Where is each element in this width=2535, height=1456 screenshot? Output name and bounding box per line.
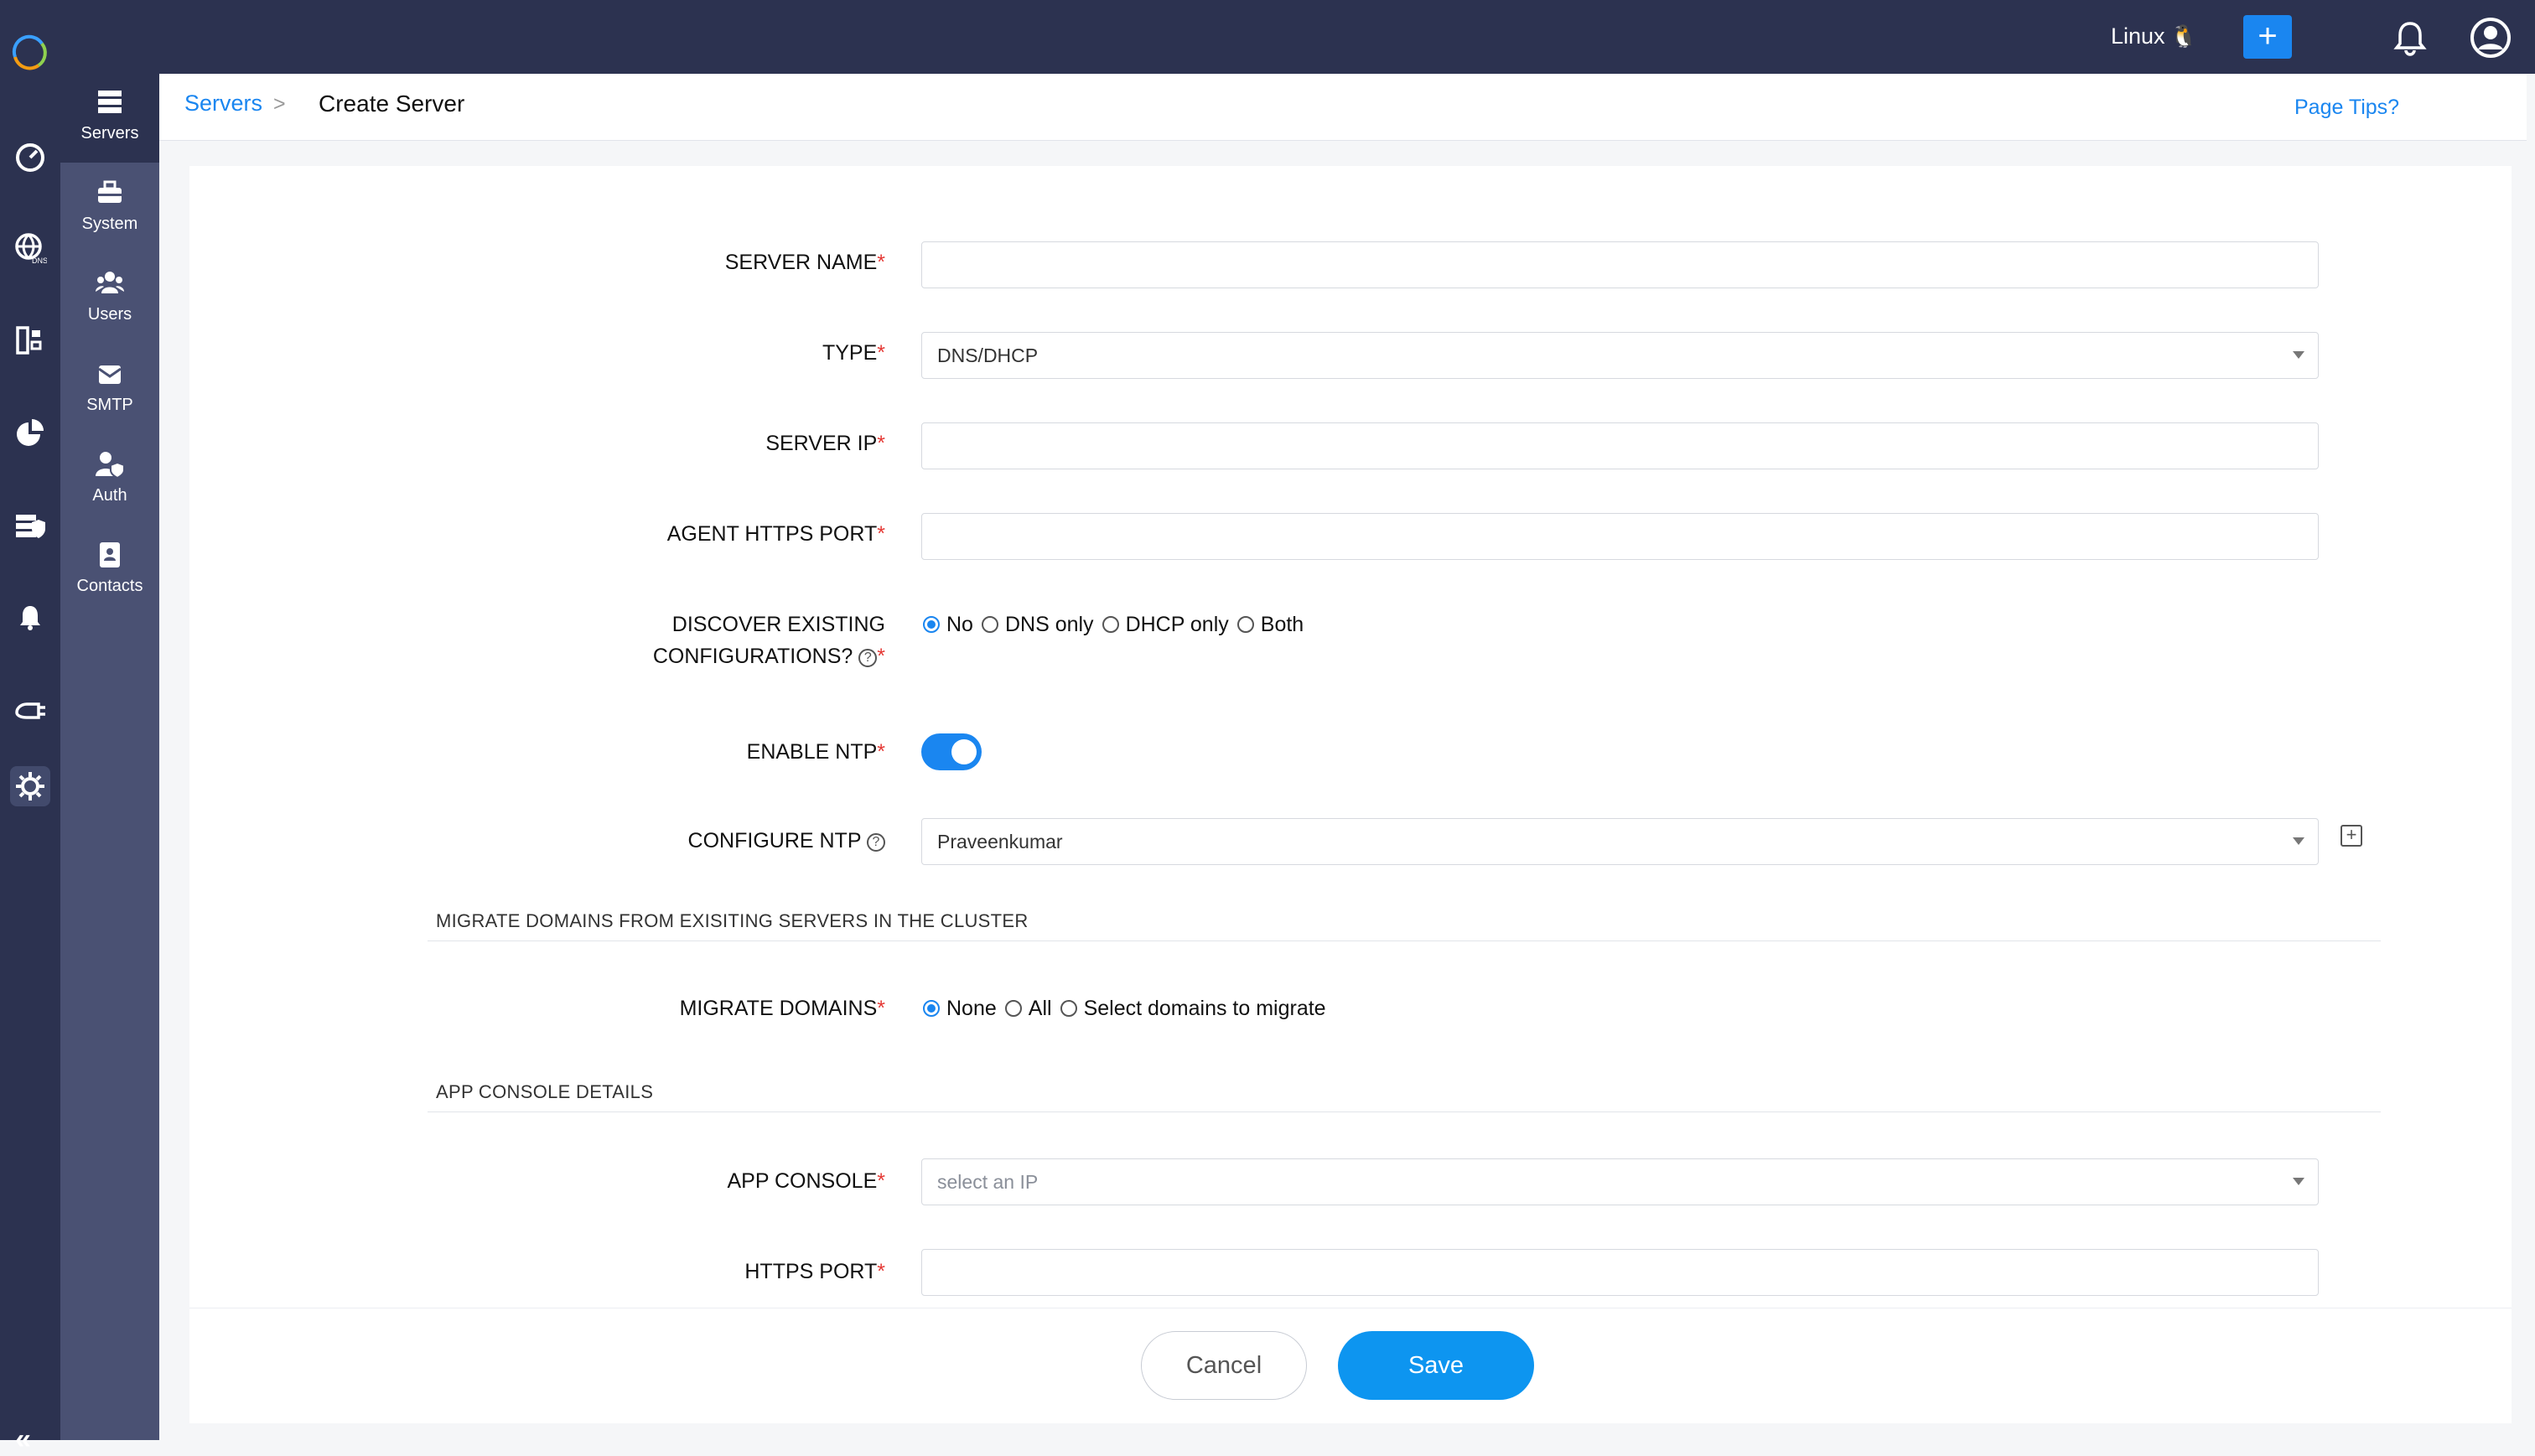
help-circle-icon[interactable]: ? <box>858 649 878 667</box>
os-selector[interactable]: Linux 🐧 <box>2111 23 2197 49</box>
migrate-radio-none[interactable] <box>923 1000 940 1017</box>
primary-rail: DNS « <box>0 74 60 1455</box>
server-name-input[interactable] <box>921 241 2319 288</box>
contact-book-icon <box>100 542 120 567</box>
save-button[interactable]: Save <box>1338 1331 1534 1400</box>
subnav-label-contacts: Contacts <box>76 577 143 595</box>
required-marker: * <box>877 1260 885 1283</box>
subnav-label-system: System <box>81 215 138 233</box>
agent-https-port-input[interactable] <box>921 513 2319 560</box>
page-header: Servers > Create Server Page Tips? <box>159 74 2535 141</box>
user-account-icon[interactable] <box>2470 17 2512 59</box>
migrate-radio-select-domains[interactable] <box>1060 1000 1077 1017</box>
migrate-section-title: MIGRATE DOMAINS FROM EXISITING SERVERS I… <box>436 910 1029 931</box>
server-name-label: SERVER NAME* <box>724 251 885 274</box>
discover-radio-dhcp-only[interactable] <box>1102 616 1119 633</box>
subnav-item-contacts[interactable]: Contacts <box>60 526 159 615</box>
svg-text:DNS: DNS <box>32 256 47 265</box>
migrate-radio-all[interactable] <box>1004 1000 1022 1017</box>
create-server-form: SERVER NAME* TYPE* DNS/DHCP SERVER IP* A… <box>189 166 2512 1423</box>
server-ip-label: SERVER IP* <box>765 432 885 455</box>
mail-icon <box>98 365 122 384</box>
agent-https-port-label: AGENT HTTPS PORT* <box>666 522 885 546</box>
right-gutter <box>2527 74 2535 1440</box>
enable-ntp-label: ENABLE NTP* <box>746 740 885 764</box>
required-marker: * <box>877 997 885 1020</box>
subnav-label-auth: Auth <box>92 486 127 505</box>
discover-radio-dns-only[interactable] <box>981 616 998 633</box>
os-label: Linux <box>2111 23 2165 49</box>
subnav-item-users[interactable]: Users <box>60 255 159 344</box>
type-select[interactable]: DNS/DHCP <box>921 332 2319 379</box>
dashboard-icon[interactable] <box>10 136 50 176</box>
subnav-item-system[interactable]: System <box>60 164 159 253</box>
top-bar: Linux 🐧 + <box>0 0 2535 74</box>
configure-ntp-label: CONFIGURE NTP ? <box>382 825 885 857</box>
ipam-icon[interactable] <box>10 320 50 360</box>
required-marker: * <box>877 740 885 764</box>
type-label: TYPE* <box>822 341 885 365</box>
penguin-icon: 🐧 <box>2170 23 2197 49</box>
admin-gear-icon[interactable] <box>10 766 50 806</box>
migrate-domains-radio-group: None All Select domains to migrate <box>921 992 1333 1024</box>
breadcrumb-servers-link[interactable]: Servers <box>184 91 262 117</box>
discover-radio-both[interactable] <box>1236 616 1254 633</box>
cancel-button[interactable]: Cancel <box>1141 1331 1307 1400</box>
server-ip-input[interactable] <box>921 422 2319 469</box>
subnav-label-users: Users <box>87 305 132 324</box>
chevron-down-icon <box>2293 1178 2304 1185</box>
notifications-bell-icon[interactable] <box>2391 18 2429 57</box>
chevron-down-icon <box>2293 351 2304 359</box>
add-ntp-button[interactable]: + <box>2341 825 2362 847</box>
app-console-select[interactable]: select an IP <box>921 1158 2319 1205</box>
breadcrumb-separator: > <box>273 92 286 116</box>
subnav-label-servers: Servers <box>80 124 139 142</box>
subnav-label-smtp: SMTP <box>86 396 133 414</box>
app-console-label: APP CONSOLE* <box>727 1169 885 1193</box>
https-port-label: HTTPS PORT* <box>744 1260 885 1283</box>
users-icon <box>96 272 124 293</box>
page-tips-link[interactable]: Page Tips? <box>2294 96 2399 120</box>
alerts-bell-icon[interactable] <box>10 597 50 637</box>
app-console-section-title: APP CONSOLE DETAILS <box>436 1081 654 1102</box>
required-marker: * <box>877 251 885 274</box>
app-console-placeholder: select an IP <box>937 1171 1039 1193</box>
dns-globe-icon[interactable]: DNS <box>10 228 50 268</box>
migrate-domains-label: MIGRATE DOMAINS* <box>679 997 885 1020</box>
enable-ntp-toggle[interactable] <box>921 733 982 770</box>
https-port-input[interactable] <box>921 1249 2319 1296</box>
required-marker: * <box>877 432 885 455</box>
discover-configurations-label: DISCOVER EXISTING CONFIGURATIONS? ? * <box>652 613 885 668</box>
required-marker: * <box>877 1169 885 1193</box>
reports-pie-icon[interactable] <box>10 412 50 453</box>
type-select-value: DNS/DHCP <box>937 345 1039 366</box>
section-divider <box>428 1111 2381 1112</box>
configure-ntp-select[interactable]: Praveenkumar <box>921 818 2319 865</box>
plugin-icon[interactable] <box>10 689 50 729</box>
servers-icon <box>98 91 122 113</box>
configure-ntp-value: Praveenkumar <box>937 831 1063 852</box>
page-title: Create Server <box>319 91 465 117</box>
chevron-down-icon <box>2293 837 2304 845</box>
app-logo[interactable] <box>8 32 50 74</box>
subnav-item-auth[interactable]: Auth <box>60 436 159 525</box>
help-circle-icon[interactable]: ? <box>867 833 885 852</box>
user-shield-icon <box>96 452 125 479</box>
required-marker: * <box>877 522 885 546</box>
discover-radio-no[interactable] <box>923 616 940 633</box>
admin-subnav: Servers System Users SMTP Auth Contacts <box>60 74 159 1440</box>
toolbox-icon <box>98 180 122 203</box>
subnav-item-servers[interactable]: Servers <box>60 74 159 163</box>
section-divider <box>428 940 2381 941</box>
add-button[interactable]: + <box>2243 15 2292 59</box>
server-shield-icon[interactable] <box>10 505 50 545</box>
discover-radio-group: No DNS only DHCP only Both <box>921 609 1310 640</box>
subnav-item-smtp[interactable]: SMTP <box>60 345 159 434</box>
required-marker: * <box>877 645 885 668</box>
required-marker: * <box>877 341 885 365</box>
